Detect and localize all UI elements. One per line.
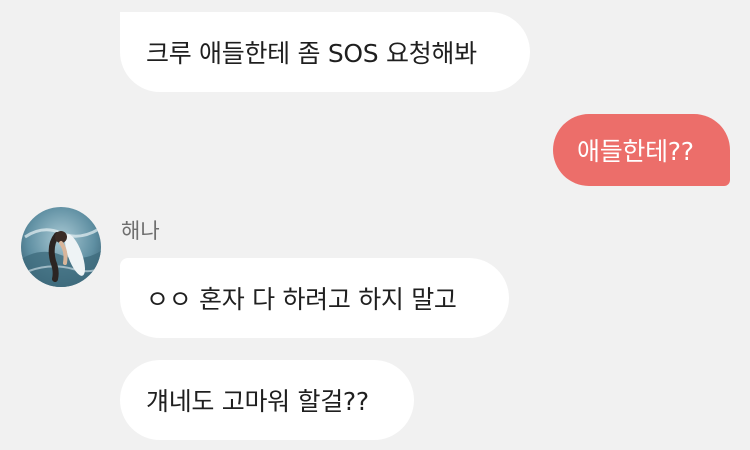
message-bubble-incoming[interactable]: 크루 애들한테 좀 SOS 요청해봐 [120, 12, 530, 92]
profile-photo-surfer-icon [21, 207, 101, 287]
message-text: 크루 애들한테 좀 SOS 요청해봐 [146, 39, 477, 68]
message-text: ㅇㅇ 혼자 다 하려고 하지 말고 [146, 285, 457, 314]
message-bubble-outgoing[interactable]: 애들한테?? [553, 114, 730, 186]
sender-avatar[interactable] [21, 207, 101, 287]
message-text: 걔네도 고마워 할걸?? [146, 387, 369, 416]
message-text: 애들한테?? [577, 137, 694, 166]
message-bubble-incoming[interactable]: ㅇㅇ 혼자 다 하려고 하지 말고 [120, 258, 509, 338]
message-bubble-incoming[interactable]: 걔네도 고마워 할걸?? [120, 360, 414, 440]
sender-name: 해나 [121, 219, 160, 243]
